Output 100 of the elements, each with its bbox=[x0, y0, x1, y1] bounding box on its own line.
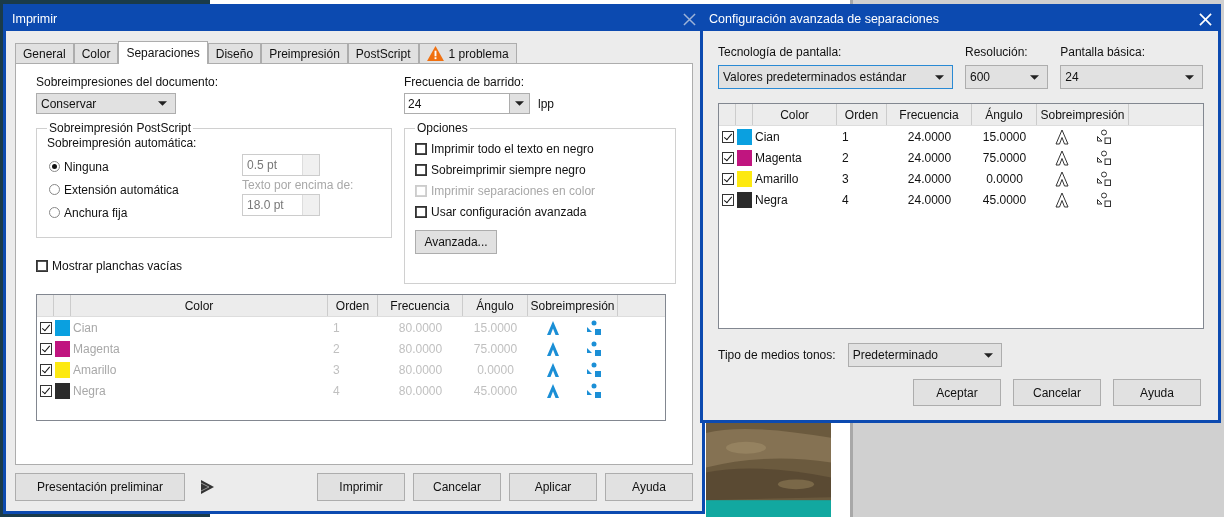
checkbox-label[interactable]: Usar configuración avanzada bbox=[431, 204, 587, 219]
text-overprint-icon[interactable] bbox=[1054, 149, 1070, 166]
table-cell-text: 0.0000 bbox=[476, 361, 515, 379]
table-cell-text: 75.0000 bbox=[981, 149, 1028, 167]
table-cell-text: Amarillo bbox=[72, 361, 118, 379]
tab[interactable]: General bbox=[15, 43, 74, 63]
frequency-dropdown[interactable]: 24 bbox=[404, 93, 530, 114]
column-header: Color bbox=[753, 104, 837, 125]
window-title: Configuración avanzada de separaciones bbox=[709, 12, 941, 26]
checkbox[interactable] bbox=[415, 163, 427, 176]
tab[interactable]: Diseño bbox=[207, 43, 262, 63]
screen-technology-dropdown[interactable]: Valores predeterminados estándar bbox=[718, 65, 953, 89]
table-cell-text: 2 bbox=[841, 149, 850, 167]
tab[interactable]: PostScript bbox=[347, 43, 419, 63]
halftone-dropdown[interactable]: Predeterminado bbox=[847, 343, 1002, 367]
overprint-dropdown[interactable]: Conservar bbox=[36, 93, 176, 114]
caret-icon bbox=[158, 101, 167, 106]
table-cell-text: 3 bbox=[332, 361, 341, 379]
checkbox[interactable] bbox=[721, 193, 734, 206]
table-cell-text: 15.0000 bbox=[472, 319, 519, 337]
column-header: Orden bbox=[837, 104, 887, 125]
column-header: Ángulo bbox=[972, 104, 1037, 125]
tab[interactable]: Separaciones bbox=[118, 41, 208, 64]
text-overprint-icon[interactable] bbox=[1054, 128, 1070, 145]
basic-screen-dropdown[interactable]: 24 bbox=[1060, 65, 1203, 89]
radio-option[interactable]: Anchura fija bbox=[49, 204, 179, 221]
field-label: Frecuencia de barrido: bbox=[404, 75, 526, 89]
caret-icon bbox=[1185, 74, 1194, 80]
table-cell-text: 0.0000 bbox=[985, 170, 1024, 188]
dialog-button[interactable]: Aceptar bbox=[913, 379, 1001, 406]
table-cell-text: 1 bbox=[841, 128, 850, 146]
shapes-overprint-icon[interactable] bbox=[1096, 191, 1112, 208]
table-cell-text: Cian bbox=[754, 128, 781, 146]
table-cell-text: 2 bbox=[332, 340, 341, 358]
column-header: Frecuencia bbox=[887, 104, 972, 125]
column-header: Orden bbox=[328, 295, 378, 316]
resolution-dropdown[interactable]: 600 bbox=[964, 65, 1049, 89]
table-cell-text: Negra bbox=[72, 382, 107, 400]
dialog-button[interactable]: Cancelar bbox=[1013, 379, 1101, 406]
table-cell-text: 24.0000 bbox=[906, 149, 953, 167]
caret-icon bbox=[515, 101, 524, 106]
field-label: Resolución: bbox=[964, 45, 1029, 59]
checkbox[interactable] bbox=[721, 130, 734, 143]
column-header: Sobreimpresión bbox=[528, 295, 618, 316]
tab[interactable]: 1 problema bbox=[418, 43, 517, 63]
close-icon[interactable] bbox=[683, 12, 696, 26]
dialog-button[interactable]: Aplicar bbox=[509, 473, 597, 501]
table-cell-text: 80.0000 bbox=[397, 340, 444, 358]
table-cell-text: 24.0000 bbox=[906, 128, 953, 146]
checkbox-label[interactable]: Mostrar planchas vacías bbox=[52, 258, 183, 273]
text-overprint-icon[interactable] bbox=[1054, 170, 1070, 187]
radio-option[interactable]: Extensión automática bbox=[49, 181, 179, 198]
table-cell-text: Amarillo bbox=[754, 170, 800, 188]
table-cell-text: 45.0000 bbox=[472, 382, 519, 400]
column-header: Color bbox=[71, 295, 328, 316]
dialog-button[interactable]: Ayuda bbox=[605, 473, 693, 501]
table-cell-text: 80.0000 bbox=[397, 319, 444, 337]
table-cell-text: 45.0000 bbox=[981, 191, 1028, 209]
checkbox-label[interactable]: Sobreimprimir siempre negro bbox=[431, 162, 586, 177]
dialog-button[interactable]: Ayuda bbox=[1113, 379, 1201, 406]
warning-icon bbox=[426, 46, 444, 61]
table-cell-text: 4 bbox=[841, 191, 850, 209]
shapes-overprint-icon[interactable] bbox=[1096, 170, 1112, 187]
column-header: Frecuencia bbox=[378, 295, 463, 316]
tab[interactable]: Color bbox=[73, 43, 119, 63]
checkbox[interactable] bbox=[36, 259, 48, 272]
checkbox[interactable] bbox=[721, 151, 734, 164]
window-title: Imprimir bbox=[12, 12, 59, 26]
advanced-button[interactable]: Avanzada... bbox=[415, 230, 497, 254]
checkbox[interactable] bbox=[415, 142, 427, 155]
checkbox[interactable] bbox=[415, 205, 427, 218]
dialog-button[interactable]: Imprimir bbox=[317, 473, 405, 501]
shapes-overprint-icon[interactable] bbox=[1096, 128, 1112, 145]
shapes-overprint-icon[interactable] bbox=[1096, 149, 1112, 166]
field-label: Tipo de medios tonos: bbox=[718, 348, 836, 362]
column-header: Ángulo bbox=[463, 295, 528, 316]
group-title: Opciones bbox=[415, 121, 470, 135]
play-icon[interactable] bbox=[199, 479, 215, 495]
tab[interactable]: Preimpresión bbox=[261, 43, 348, 63]
caret-icon bbox=[934, 74, 944, 80]
field-label: Pantalla básica: bbox=[1060, 45, 1146, 59]
preview-button[interactable]: Presentación preliminar bbox=[15, 473, 185, 501]
width-spinbox: 0.5 pt bbox=[242, 154, 320, 176]
table-cell-text: 1 bbox=[332, 319, 341, 337]
group-title: Sobreimpresión PostScript bbox=[47, 121, 194, 135]
table-cell-text: Magenta bbox=[72, 340, 121, 358]
checkbox[interactable] bbox=[721, 172, 734, 185]
field-label: Sobreimpresiones del documento: bbox=[36, 75, 220, 89]
unit-label: lpp bbox=[538, 96, 554, 111]
field-label: Texto por encima de: bbox=[242, 178, 355, 192]
table-cell-text: Magenta bbox=[754, 149, 803, 167]
table-cell-text: 24.0000 bbox=[906, 191, 953, 209]
text-overprint-icon[interactable] bbox=[1054, 191, 1070, 208]
caret-icon bbox=[983, 352, 993, 358]
checkbox-label[interactable]: Imprimir todo el texto en negro bbox=[431, 141, 594, 156]
radio-option[interactable]: Ninguna bbox=[49, 158, 179, 175]
dialog-button[interactable]: Cancelar bbox=[413, 473, 501, 501]
table-cell-text: 80.0000 bbox=[397, 382, 444, 400]
caret-icon bbox=[1030, 74, 1040, 80]
table-cell-text: 80.0000 bbox=[397, 361, 444, 379]
